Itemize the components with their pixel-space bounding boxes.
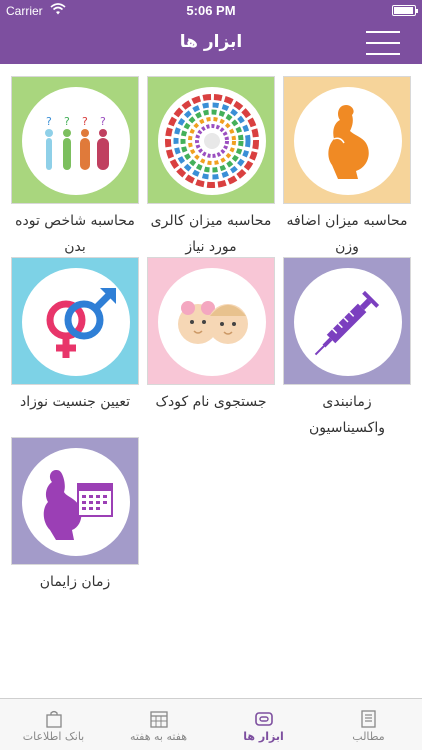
clock: 5:06 PM	[186, 3, 236, 18]
tab-bar: مطالب ابزار ها هفته به هفته بانک اطلاعات	[0, 698, 422, 750]
tool-card: ? ? ? ?	[11, 76, 139, 204]
tab-info-bank[interactable]: بانک اطلاعات	[1, 699, 106, 751]
tool-icon-circle: ? ? ? ?	[22, 87, 130, 195]
tool-icon-circle	[158, 268, 266, 376]
tool-card	[11, 257, 139, 385]
tool-icon-circle	[22, 268, 130, 376]
battery-fill	[394, 7, 413, 14]
tool-calorie[interactable]: محاسبه میزان کالری مورد نیاز	[147, 76, 275, 260]
hamburger-menu-icon[interactable]	[366, 30, 400, 56]
tool-label: محاسبه میزان اضافه وزن	[286, 213, 408, 255]
tab-label: مطالب	[352, 730, 385, 743]
svg-text:?: ?	[46, 115, 52, 128]
tool-due-date[interactable]: زمان زایمان	[11, 437, 139, 595]
pregnant-calendar-icon	[43, 470, 113, 540]
svg-text:?: ?	[100, 115, 106, 128]
battery-icon	[392, 5, 418, 16]
tab-label: بانک اطلاعات	[22, 730, 85, 743]
tab-week-by-week[interactable]: هفته به هفته	[106, 699, 211, 751]
page-title: ابزار ها	[179, 32, 243, 52]
tab-label: ابزار ها	[243, 730, 284, 743]
tool-card	[11, 437, 139, 565]
bmi-figures-icon: ? ? ? ?	[45, 115, 109, 170]
tool-label: زمانبندی واکسیناسیون	[309, 394, 385, 436]
shopping-bag-icon	[46, 710, 62, 728]
tool-card	[283, 76, 411, 204]
pregnant-silhouette-icon	[328, 105, 369, 179]
tool-baby-name[interactable]: جستجوی نام کودک	[147, 257, 275, 415]
status-bar: Carrier 5:06 PM	[0, 0, 422, 22]
tool-icon-circle	[294, 87, 402, 195]
tool-label: زمان زایمان	[39, 574, 111, 590]
tool-card	[147, 257, 275, 385]
calorie-wheel-icon	[165, 94, 259, 188]
tab-articles[interactable]: مطالب	[316, 699, 421, 751]
nav-bar: ابزار ها	[0, 22, 422, 64]
svg-text:?: ?	[64, 115, 70, 128]
tools-grid: محاسبه میزان اضافه وزن محاسبه میزان کالر…	[0, 64, 422, 698]
tool-icon-circle	[158, 87, 266, 195]
tool-label: جستجوی نام کودک	[155, 394, 267, 410]
tool-gender[interactable]: تعیین جنسیت نوزاد	[11, 257, 139, 415]
tab-tools[interactable]: ابزار ها	[211, 699, 316, 751]
tool-vaccination[interactable]: زمانبندی واکسیناسیون	[283, 257, 411, 441]
tool-icon-circle	[294, 268, 402, 376]
gender-symbols-icon	[46, 288, 116, 358]
articles-icon	[361, 710, 376, 728]
tool-icon-circle	[22, 448, 130, 556]
tool-bmi[interactable]: ? ? ? ? محاسبه شاخص توده بدن	[11, 76, 139, 260]
syringe-icon	[314, 290, 380, 356]
calendar-grid-icon	[150, 711, 168, 728]
tool-label: محاسبه میزان کالری مورد نیاز	[150, 213, 272, 255]
svg-text:?: ?	[82, 115, 88, 128]
tool-label: محاسبه شاخص توده بدن	[15, 213, 135, 255]
tool-weight-gain[interactable]: محاسبه میزان اضافه وزن	[283, 76, 411, 260]
baby-faces-icon	[178, 301, 248, 344]
tab-label: هفته به هفته	[129, 730, 188, 743]
tool-label: تعیین جنسیت نوزاد	[19, 394, 130, 410]
tool-card	[283, 257, 411, 385]
tool-card	[147, 76, 275, 204]
tools-icon	[255, 712, 273, 726]
